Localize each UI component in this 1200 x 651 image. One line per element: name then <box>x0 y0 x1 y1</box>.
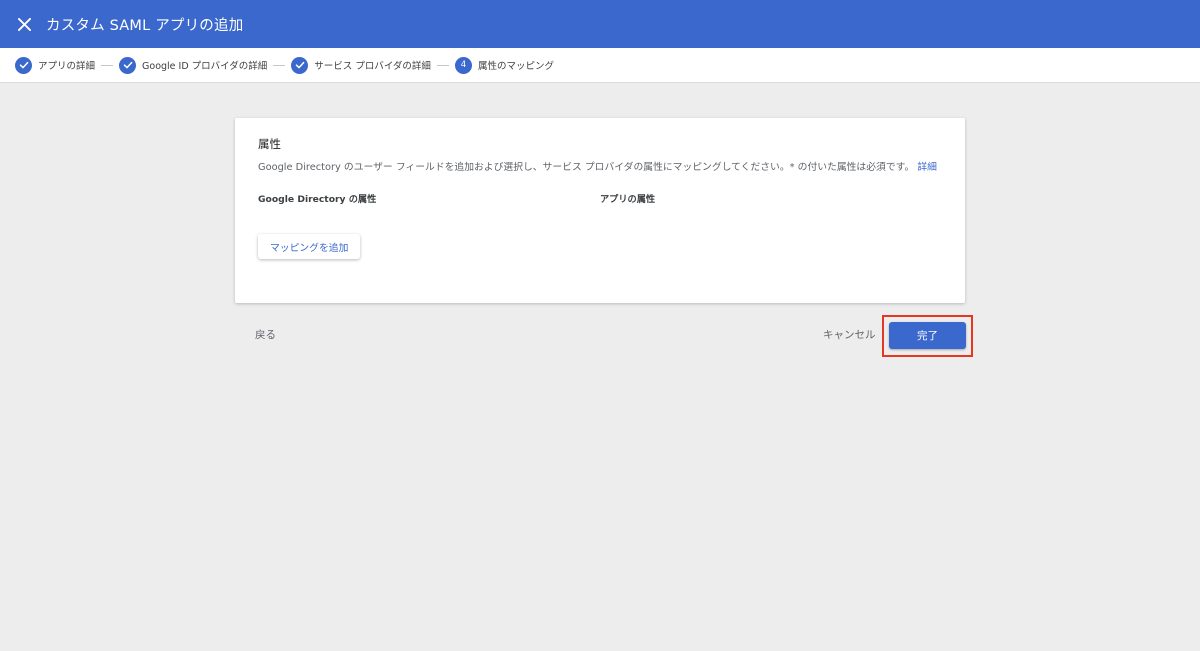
card-title: 属性 <box>258 137 281 151</box>
step-app-details[interactable]: アプリの詳細 <box>15 56 96 74</box>
step-idp-details[interactable]: Google ID プロバイダの詳細 <box>119 56 268 74</box>
step-label: 属性のマッピング <box>477 61 554 72</box>
close-icon[interactable] <box>13 13 35 35</box>
check-icon <box>15 56 32 74</box>
step-divider <box>436 64 449 66</box>
col-header-directory: Google Directory の属性 <box>258 194 377 205</box>
check-icon <box>291 56 309 74</box>
step-label: Google ID プロバイダの詳細 <box>142 61 268 72</box>
mapping-table-header: Google Directory の属性 アプリの属性 <box>258 191 943 205</box>
step-divider <box>273 64 286 66</box>
app-bar: カスタム SAML アプリの追加 <box>0 0 1200 48</box>
stepper: アプリの詳細 Google ID プロバイダの詳細 サービス プロバイダの詳細 … <box>0 48 1200 83</box>
add-mapping-button[interactable]: マッピングを追加 <box>258 234 361 259</box>
step-label: サービス プロバイダの詳細 <box>314 61 431 72</box>
cancel-button[interactable]: キャンセル <box>823 327 876 342</box>
description-text: Google Directory のユーザー フィールドを追加および選択し、サー… <box>258 162 915 173</box>
step-label: アプリの詳細 <box>38 61 96 72</box>
learn-more-link[interactable]: 詳細 <box>917 162 937 173</box>
col-header-app: アプリの属性 <box>600 194 656 205</box>
back-button[interactable]: 戻る <box>255 327 276 342</box>
step-divider <box>101 64 114 66</box>
check-icon <box>119 56 137 74</box>
done-button[interactable]: 完了 <box>889 322 966 349</box>
card-description: Google Directory のユーザー フィールドを追加および選択し、サー… <box>258 159 948 177</box>
attributes-card: 属性 Google Directory のユーザー フィールドを追加および選択し… <box>235 118 965 303</box>
step-sp-details[interactable]: サービス プロバイダの詳細 <box>291 56 431 74</box>
step-attribute-mapping[interactable]: 4 属性のマッピング <box>454 56 554 74</box>
step-number: 4 <box>454 56 472 74</box>
page-title: カスタム SAML アプリの追加 <box>46 17 244 34</box>
